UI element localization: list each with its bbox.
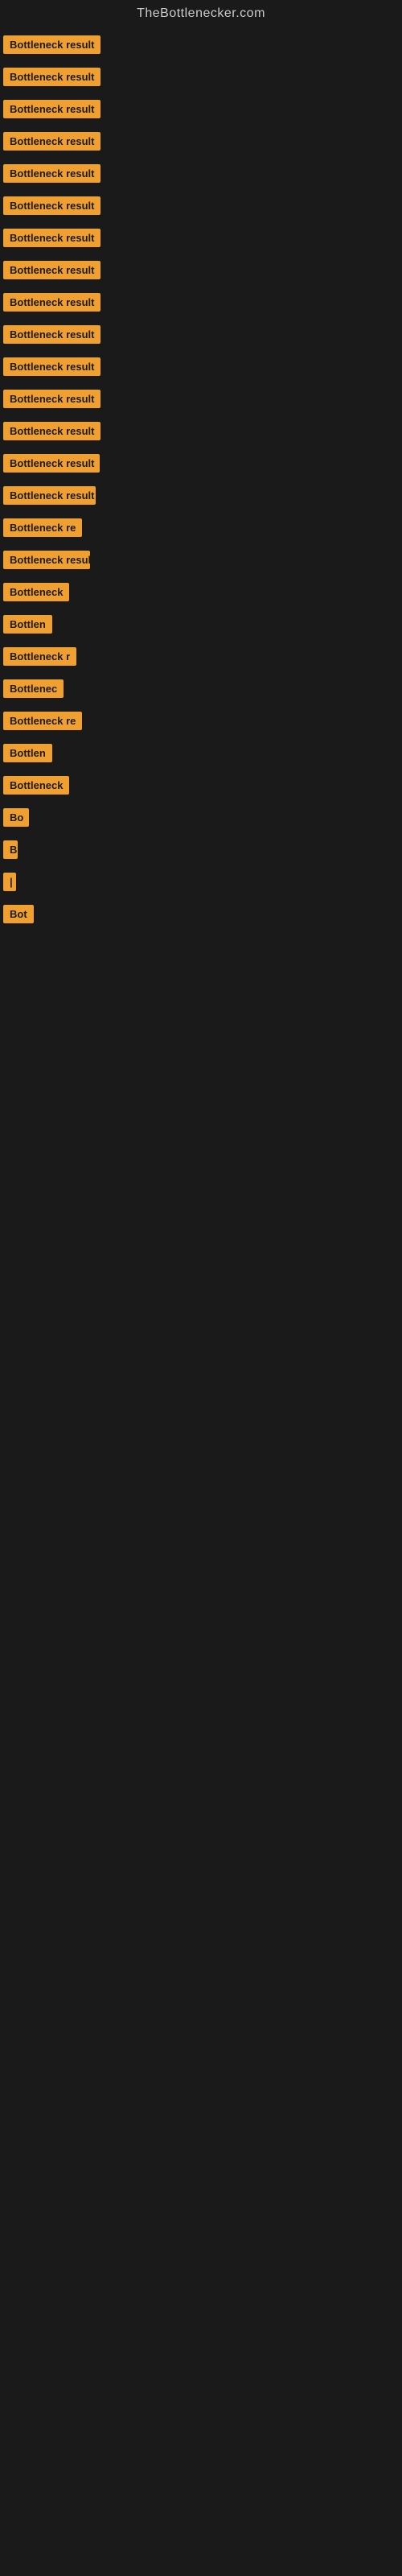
bottleneck-item-22: Bottleneck re [3,707,402,739]
bottleneck-badge: Bottleneck result [3,35,100,54]
bottleneck-badge: Bottleneck result [3,132,100,151]
bottleneck-item-13: Bottleneck result [3,417,402,449]
bottleneck-badge: Bottleneck result [3,422,100,440]
items-container: Bottleneck result Bottleneck result Bottle… [0,31,402,932]
bottleneck-badge: Bottleneck result [3,100,100,118]
bottleneck-badge: Bottleneck result [3,325,100,344]
bottleneck-item-21: Bottlenec [3,675,402,707]
bottleneck-item-26: B [3,836,402,868]
bottleneck-badge: Bottleneck [3,776,69,795]
bottleneck-item-11: Bottleneck result [3,353,402,385]
bottleneck-badge: | [3,873,16,891]
bottleneck-badge: Bottleneck [3,583,69,601]
bottleneck-item-23: Bottlen [3,739,402,771]
bottleneck-badge: Bottleneck re [3,518,82,537]
site-title: TheBottlenecker.com [0,0,402,31]
bottleneck-badge: Bottleneck r [3,647,76,666]
bottleneck-badge: Bottleneck result [3,229,100,247]
bottleneck-badge: B [3,840,18,859]
bottleneck-item-1: Bottleneck result [3,31,402,63]
page-container: TheBottlenecker.com Bottleneck resultBot… [0,0,402,2576]
bottleneck-item-19: Bottlen [3,610,402,642]
bottleneck-badge: Bottleneck result [3,486,96,505]
bottleneck-badge: Bottleneck result [3,196,100,215]
bottleneck-item-20: Bottleneck r [3,642,402,675]
bottleneck-item-7: Bottleneck result [3,224,402,256]
bottleneck-item-10: Bottleneck result [3,320,402,353]
bottleneck-item-5: Bottleneck result [3,159,402,192]
bottleneck-item-6: Bottleneck result [3,192,402,224]
bottleneck-item-16: Bottleneck re [3,514,402,546]
bottleneck-item-14: Bottleneck result [3,449,402,481]
bottleneck-badge: Bottleneck result [3,164,100,183]
bottleneck-item-12: Bottleneck result [3,385,402,417]
bottleneck-item-17: Bottleneck resul [3,546,402,578]
bottleneck-badge: Bottleneck result [3,357,100,376]
bottleneck-item-9: Bottleneck result [3,288,402,320]
bottleneck-item-8: Bottleneck result [3,256,402,288]
bottleneck-item-28: Bot [3,900,402,932]
bottleneck-badge: Bottleneck result [3,293,100,312]
bottleneck-item-2: Bottleneck result [3,63,402,95]
bottleneck-item-25: Bo [3,803,402,836]
bottleneck-item-15: Bottleneck result [3,481,402,514]
bottleneck-badge: Bot [3,905,34,923]
bottleneck-badge: Bottlen [3,615,52,634]
bottleneck-item-27: | [3,868,402,900]
bottleneck-badge: Bo [3,808,29,827]
bottleneck-badge: Bottleneck re [3,712,82,730]
bottleneck-badge: Bottlenec [3,679,64,698]
bottleneck-badge: Bottlen [3,744,52,762]
bottleneck-badge: Bottleneck result [3,261,100,279]
bottleneck-badge: Bottleneck result [3,390,100,408]
bottleneck-badge: Bottleneck result [3,454,100,473]
bottleneck-item-18: Bottleneck [3,578,402,610]
bottleneck-badge: Bottleneck result [3,68,100,86]
bottleneck-item-24: Bottleneck [3,771,402,803]
bottleneck-item-3: Bottleneck result [3,95,402,127]
bottleneck-badge: Bottleneck resul [3,551,90,569]
bottleneck-item-4: Bottleneck result [3,127,402,159]
